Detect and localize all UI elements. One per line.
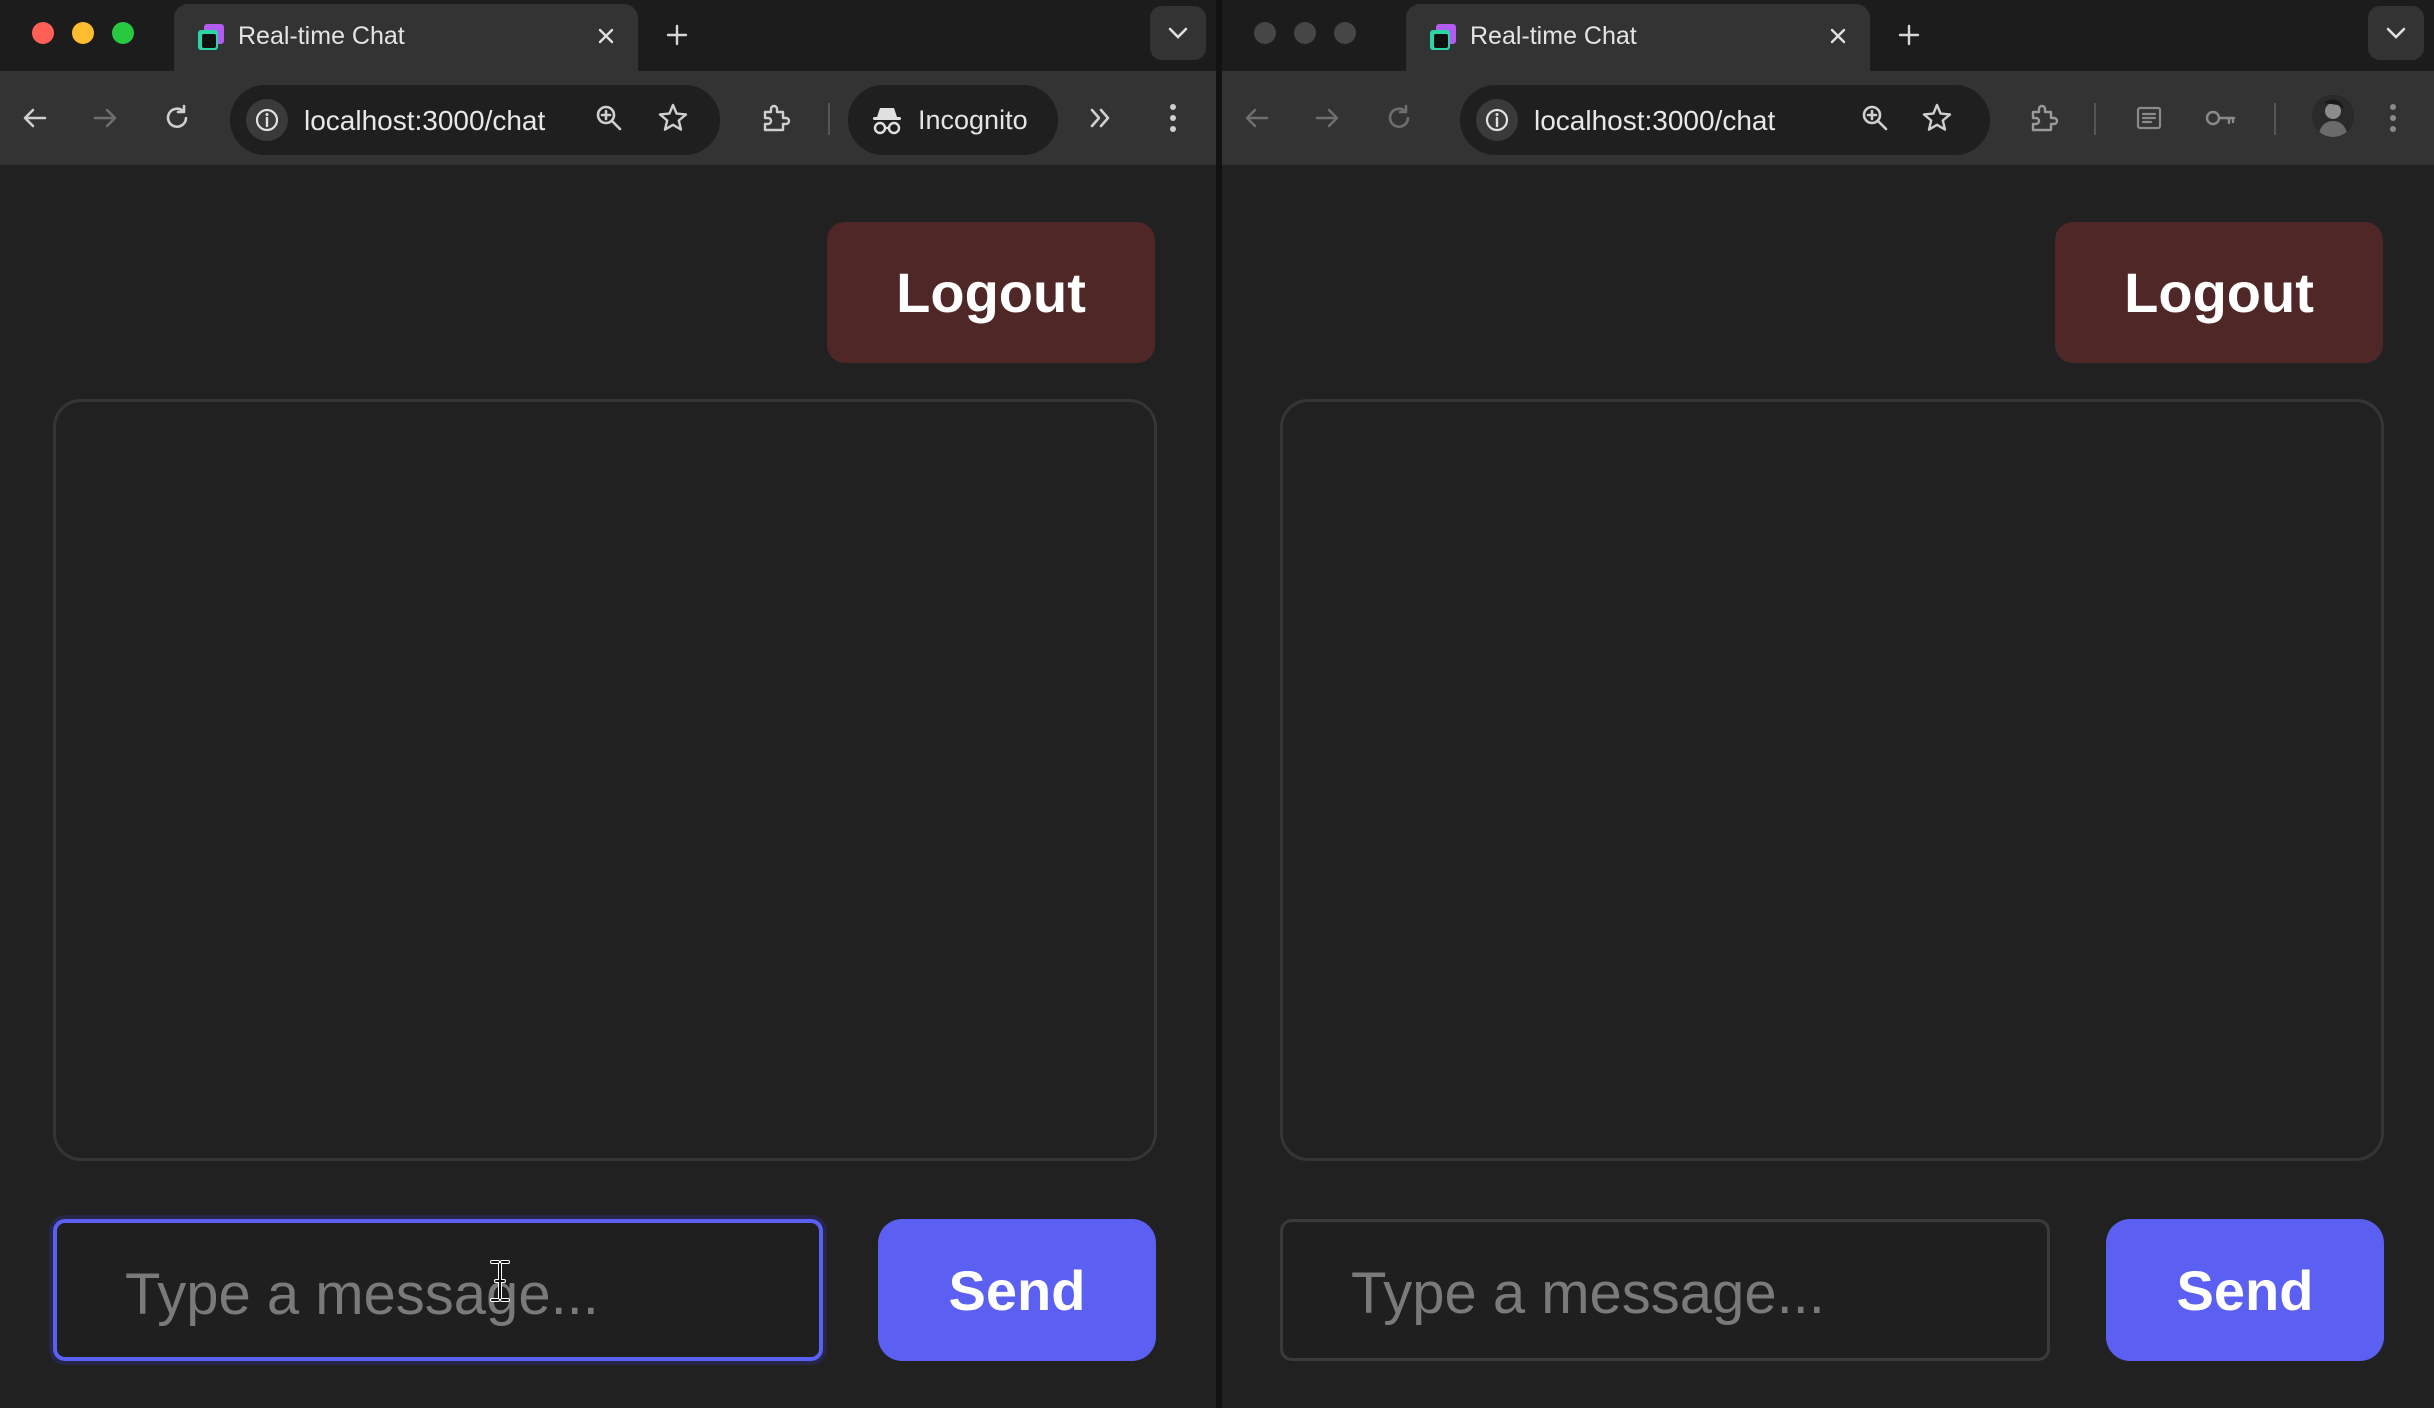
site-info-icon[interactable] [1476, 99, 1518, 141]
tab-search-chevron-down-icon[interactable] [2368, 6, 2424, 60]
back-icon[interactable] [14, 97, 56, 139]
password-key-icon[interactable] [2200, 97, 2242, 139]
app-favicon-icon [198, 24, 224, 50]
message-input[interactable]: Type a message... [1280, 1219, 2050, 1361]
new-tab-icon[interactable] [656, 14, 698, 56]
reading-list-icon[interactable] [2128, 97, 2170, 139]
browser-window-normal: Real-time Chat localhost:3000/chat Logou… [1222, 0, 2434, 1408]
chat-page: Logout Type a message... Send [0, 165, 1216, 1408]
message-input-placeholder: Type a message... [125, 1262, 599, 1327]
messages-panel[interactable] [53, 399, 1157, 1161]
incognito-label: Incognito [918, 105, 1028, 135]
send-button[interactable]: Send [878, 1219, 1156, 1361]
browser-toolbar: localhost:3000/chat [1222, 71, 2434, 165]
tab-title: Real-time Chat [1470, 22, 1637, 50]
minimize-window-button[interactable] [72, 22, 94, 44]
forward-icon[interactable] [84, 97, 126, 139]
message-input-placeholder: Type a message... [1351, 1261, 1825, 1326]
minimize-window-button[interactable] [1294, 22, 1316, 44]
kebab-menu-icon[interactable] [1152, 97, 1194, 139]
address-bar[interactable]: localhost:3000/chat [230, 85, 720, 155]
app-favicon-icon [1430, 24, 1456, 50]
send-button[interactable]: Send [2106, 1219, 2384, 1361]
text-cursor-icon [490, 1260, 510, 1302]
extensions-icon[interactable] [2022, 97, 2064, 139]
tab-search-chevron-down-icon[interactable] [1150, 6, 1206, 60]
back-icon[interactable] [1236, 97, 1278, 139]
toolbar-separator [828, 103, 830, 135]
toolbar-separator [2094, 103, 2096, 135]
zoom-icon[interactable] [588, 97, 630, 139]
close-window-button[interactable] [1254, 22, 1276, 44]
kebab-menu-icon[interactable] [2372, 97, 2414, 139]
incognito-icon [873, 108, 901, 135]
toolbar-separator [2274, 103, 2276, 135]
extensions-icon[interactable] [754, 97, 796, 139]
tab-strip: Real-time Chat [0, 0, 1216, 71]
browser-toolbar: localhost:3000/chat Incognito [0, 71, 1216, 165]
new-tab-icon[interactable] [1888, 14, 1930, 56]
chat-page: Logout Type a message... Send [1222, 165, 2434, 1408]
close-tab-icon[interactable] [1822, 20, 1854, 52]
address-bar[interactable]: localhost:3000/chat [1460, 85, 1990, 155]
browser-window-incognito: Real-time Chat localhost:3000/chat Incog… [0, 0, 1216, 1408]
bookmark-star-icon[interactable] [1916, 97, 1958, 139]
site-info-icon[interactable] [246, 99, 288, 141]
reload-icon[interactable] [156, 97, 198, 139]
profile-avatar-icon [2312, 95, 2354, 137]
tab-real-time-chat[interactable]: Real-time Chat [174, 4, 638, 71]
zoom-window-button[interactable] [1334, 22, 1356, 44]
window-controls [1254, 22, 1356, 44]
logout-button[interactable]: Logout [827, 222, 1155, 363]
reload-icon[interactable] [1378, 97, 1420, 139]
more-tools-chevrons-icon[interactable] [1080, 97, 1122, 139]
zoom-icon[interactable] [1854, 97, 1896, 139]
tab-strip: Real-time Chat [1222, 0, 2434, 71]
close-window-button[interactable] [32, 22, 54, 44]
url-text: localhost:3000/chat [1534, 105, 1776, 136]
tab-title: Real-time Chat [238, 22, 405, 50]
profile-avatar[interactable] [2312, 95, 2354, 137]
url-text: localhost:3000/chat [304, 105, 546, 136]
messages-panel[interactable] [1280, 399, 2384, 1161]
incognito-indicator[interactable]: Incognito [848, 85, 1058, 155]
zoom-window-button[interactable] [112, 22, 134, 44]
forward-icon[interactable] [1306, 97, 1348, 139]
close-tab-icon[interactable] [590, 20, 622, 52]
window-controls [32, 22, 134, 44]
bookmark-star-icon[interactable] [652, 97, 694, 139]
message-input[interactable]: Type a message... [53, 1219, 823, 1361]
logout-button[interactable]: Logout [2055, 222, 2383, 363]
tab-real-time-chat[interactable]: Real-time Chat [1406, 4, 1870, 71]
